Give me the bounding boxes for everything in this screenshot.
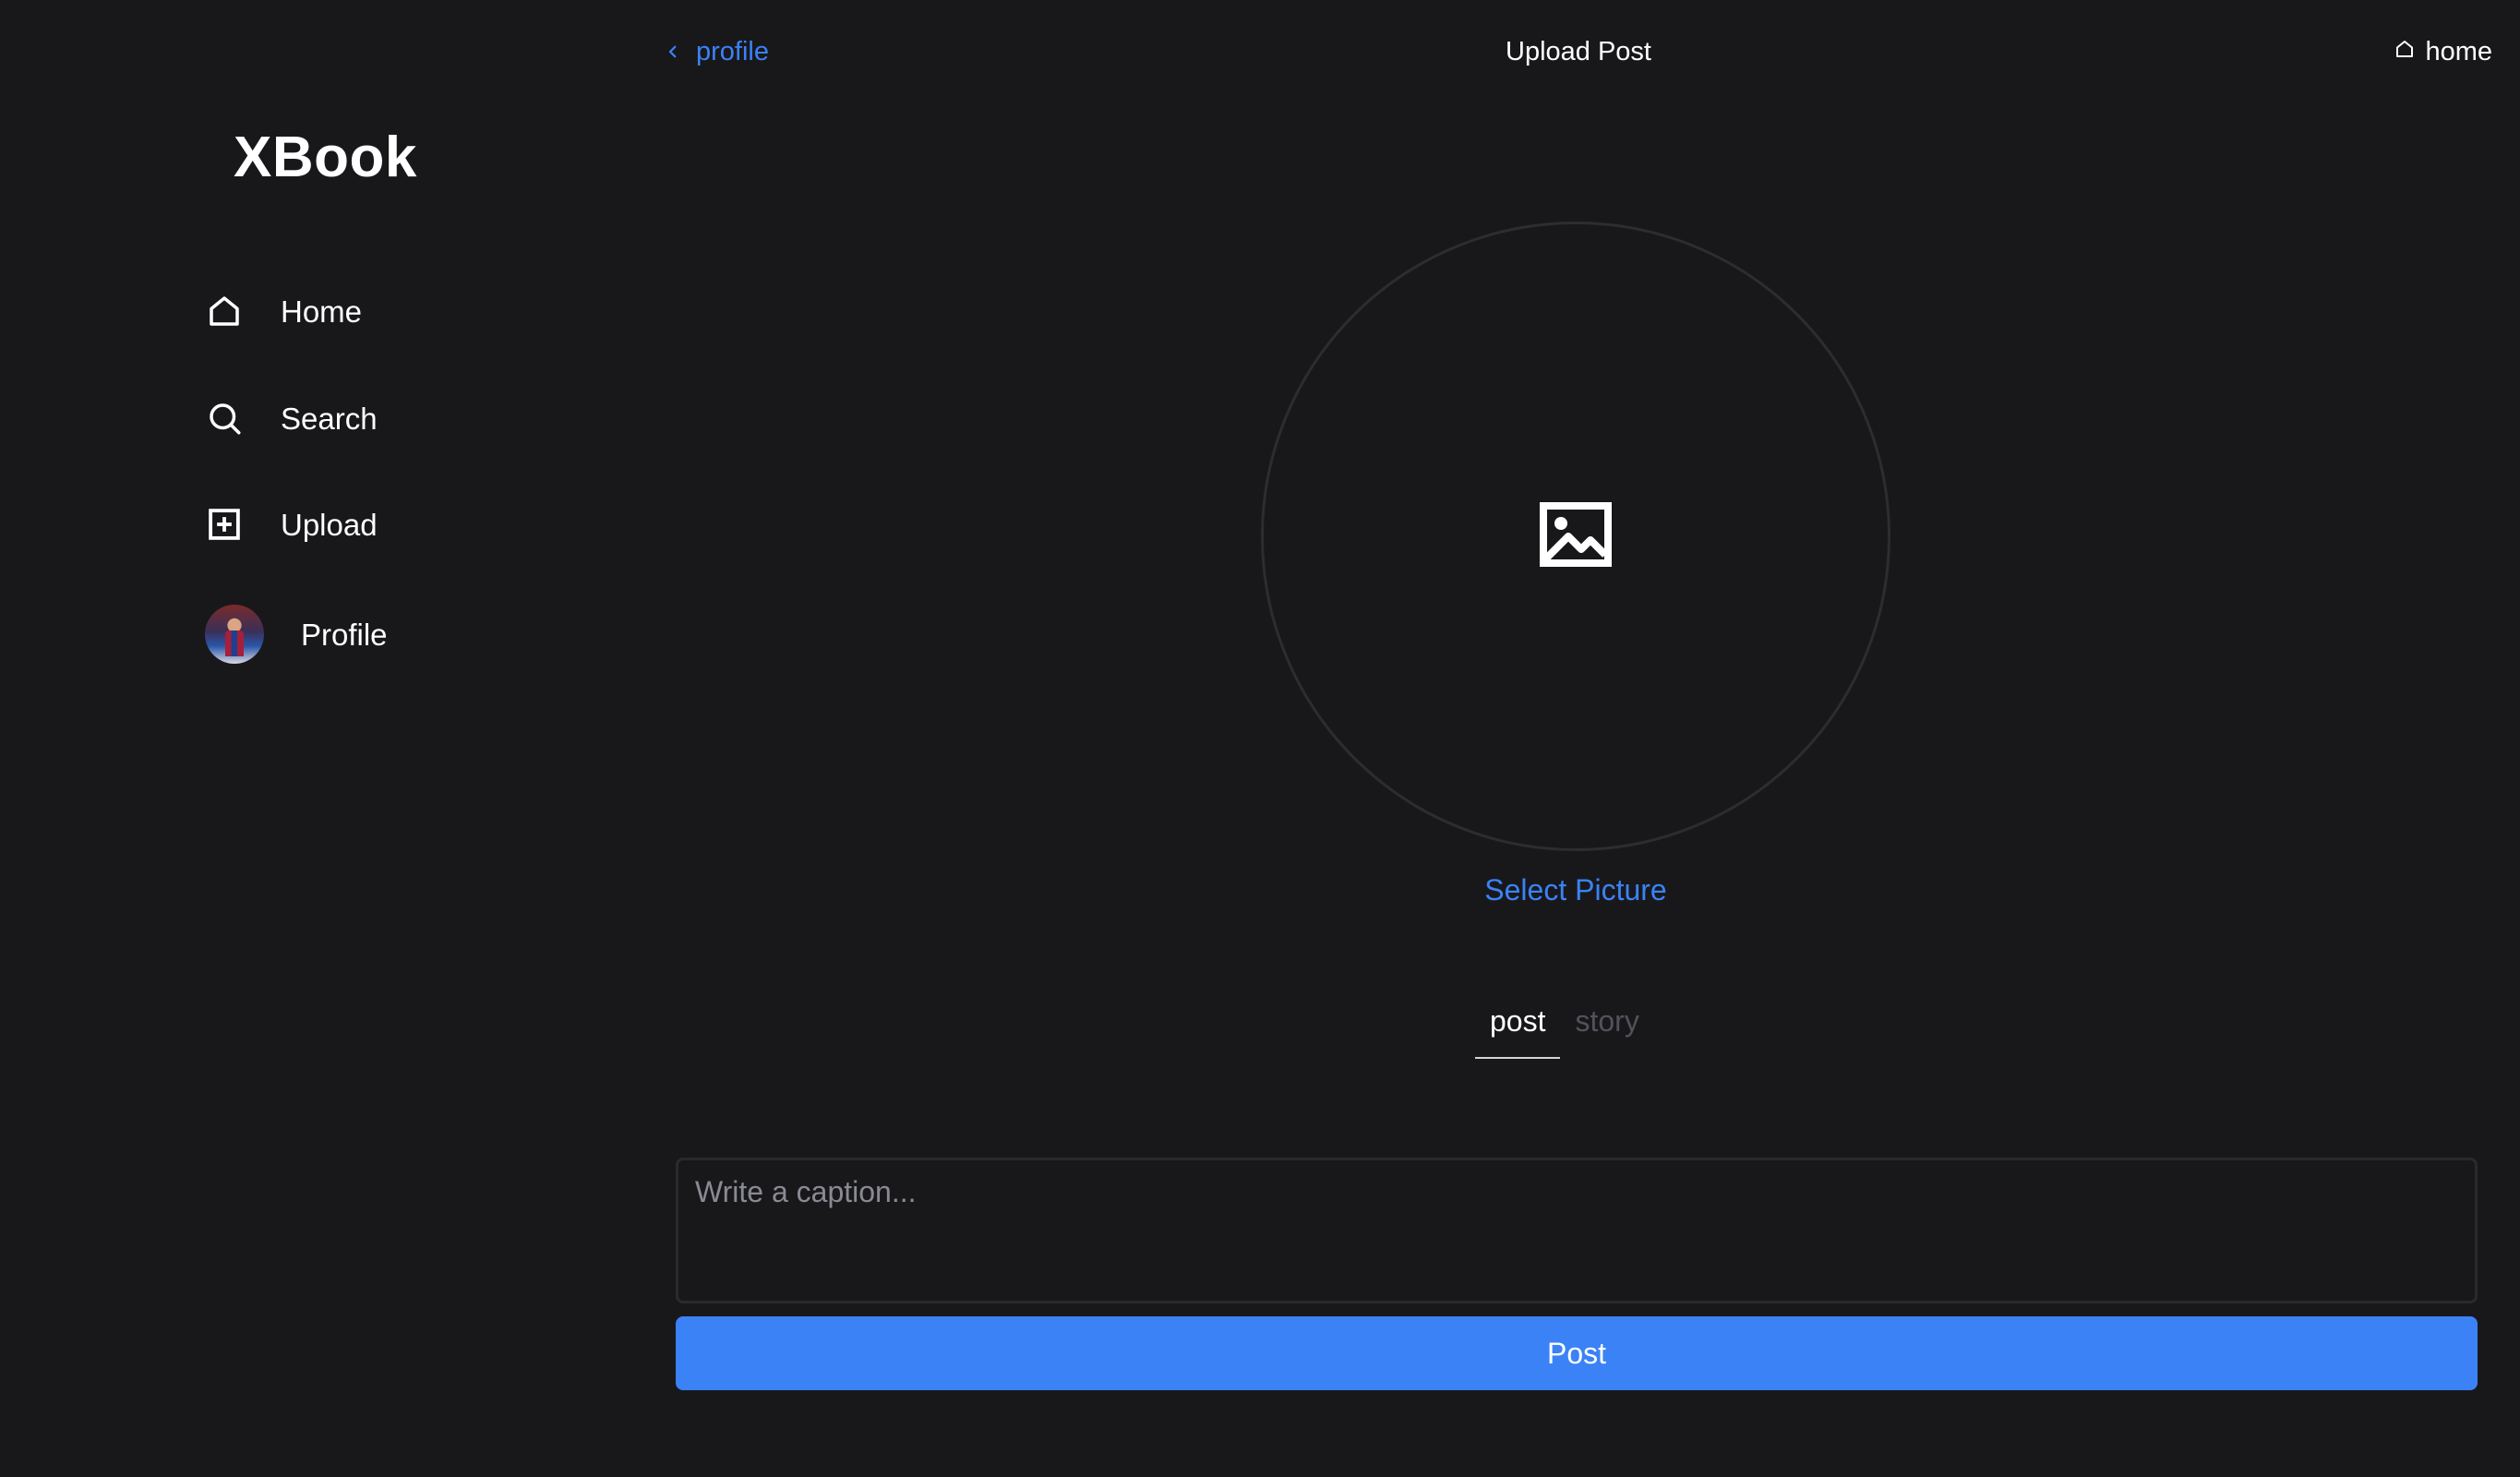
brand-logo[interactable]: XBook	[234, 129, 417, 186]
home-icon	[205, 292, 244, 330]
select-picture-button[interactable]: Select Picture	[1390, 873, 1761, 907]
page-title: Upload Post	[1506, 37, 1651, 66]
sidebar-item-profile[interactable]: Profile	[205, 602, 388, 666]
plus-square-icon	[205, 505, 244, 544]
sidebar-item-label: Search	[281, 401, 378, 436]
home-link[interactable]: home	[2394, 37, 2492, 67]
tab-story[interactable]: story	[1560, 988, 1653, 1059]
sidebar: XBook Home Search Upload Profile	[0, 0, 637, 1477]
sidebar-item-label: Upload	[281, 507, 378, 542]
home-icon	[2394, 37, 2416, 67]
post-type-tabs: post story	[1475, 988, 1654, 1059]
search-icon	[205, 399, 244, 438]
avatar	[205, 605, 264, 664]
chevron-left-icon	[665, 37, 681, 67]
image-icon	[1539, 501, 1613, 572]
sidebar-item-upload[interactable]: Upload	[205, 492, 378, 557]
back-to-profile-link[interactable]: profile	[665, 37, 769, 67]
caption-input[interactable]	[676, 1158, 2478, 1303]
sidebar-item-home[interactable]: Home	[205, 279, 362, 343]
tab-post[interactable]: post	[1475, 988, 1561, 1059]
back-link-label: profile	[696, 37, 769, 66]
post-button[interactable]: Post	[676, 1316, 2478, 1390]
sidebar-item-search[interactable]: Search	[205, 386, 378, 450]
home-link-label: home	[2425, 37, 2492, 66]
picture-selector[interactable]	[1261, 222, 1890, 851]
sidebar-item-label: Home	[281, 294, 363, 329]
sidebar-item-label: Profile	[301, 617, 388, 652]
